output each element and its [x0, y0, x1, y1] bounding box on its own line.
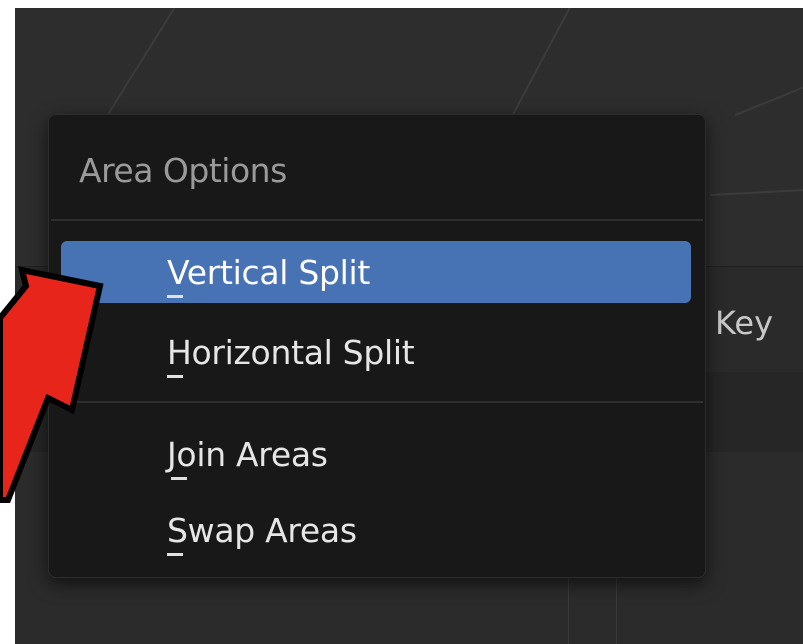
screenshot-stage: Key Area Options Vertical Split Horizont… — [0, 0, 803, 644]
red-arrow-pointer-icon — [0, 266, 104, 503]
